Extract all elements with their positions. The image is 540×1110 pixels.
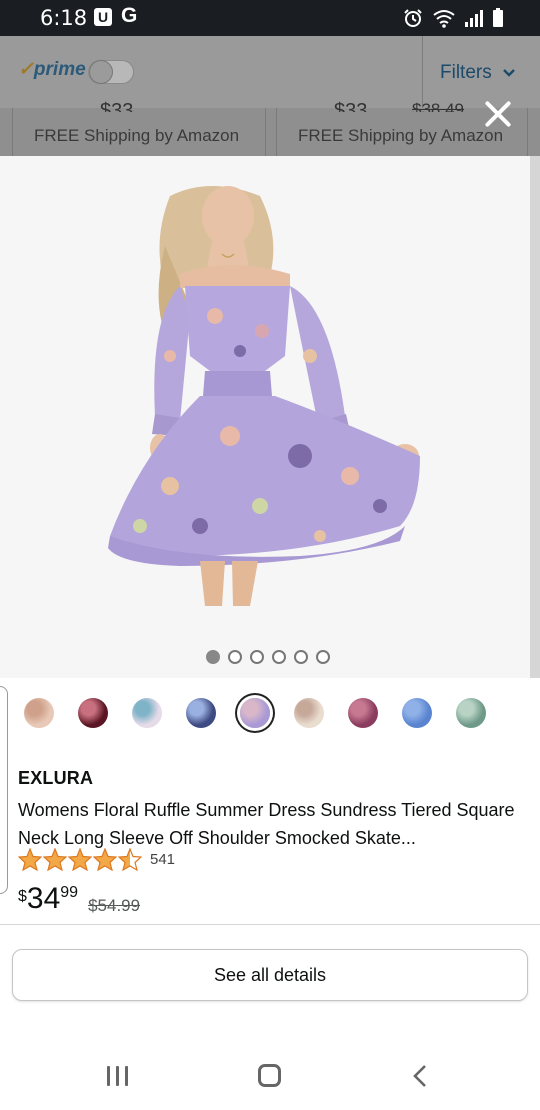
color-swatches bbox=[24, 698, 486, 728]
color-swatch-2[interactable] bbox=[78, 698, 108, 728]
prime-toggle-knob bbox=[89, 60, 113, 84]
filters-divider bbox=[422, 36, 423, 108]
gallery-dot-1[interactable] bbox=[206, 650, 220, 664]
google-notification-icon: G bbox=[121, 4, 138, 27]
list-price: $54.99 bbox=[88, 896, 141, 915]
star-icon bbox=[93, 848, 117, 871]
gallery-dot-6[interactable] bbox=[316, 650, 330, 664]
product-rating[interactable]: 541 bbox=[18, 848, 175, 871]
price-fraction: 99 bbox=[60, 884, 79, 901]
left-card-shipping: FREE Shipping by Amazon bbox=[34, 126, 240, 145]
color-swatch-8[interactable] bbox=[402, 698, 432, 728]
product-image-gallery[interactable] bbox=[0, 156, 540, 678]
prime-toggle[interactable] bbox=[88, 60, 134, 84]
home-icon[interactable] bbox=[258, 1064, 281, 1087]
gallery-dot-5[interactable] bbox=[294, 650, 308, 664]
right-card-price: $33 bbox=[334, 100, 368, 112]
star-icon bbox=[118, 848, 142, 871]
color-swatch-4[interactable] bbox=[186, 698, 216, 728]
signal-icon bbox=[465, 10, 483, 27]
gallery-scrollbar[interactable] bbox=[530, 156, 540, 678]
star-rating bbox=[18, 848, 142, 871]
product-title[interactable]: Womens Floral Ruffle Summer Dress Sundre… bbox=[18, 796, 523, 852]
gallery-dot-2[interactable] bbox=[228, 650, 242, 664]
price-whole: 34 bbox=[26, 882, 61, 915]
close-icon[interactable] bbox=[480, 96, 516, 132]
product-quick-view: EXLURA Womens Floral Ruffle Summer Dress… bbox=[0, 156, 540, 1110]
status-bar: 6:18 U G bbox=[0, 0, 540, 36]
gallery-dot-3[interactable] bbox=[250, 650, 264, 664]
prime-logo: ✓prime bbox=[18, 59, 86, 80]
product-brand[interactable]: EXLURA bbox=[18, 768, 93, 789]
product-price: $ 34 99 $54.99 bbox=[18, 882, 140, 916]
alarm-icon bbox=[404, 9, 422, 27]
color-swatch-3[interactable] bbox=[132, 698, 162, 728]
right-card-shipping: FREE Shipping by Amazon bbox=[298, 126, 504, 145]
color-swatch-9[interactable] bbox=[456, 698, 486, 728]
right-card-old-price: $38.49 bbox=[412, 100, 464, 112]
color-swatch-5[interactable] bbox=[240, 698, 270, 728]
chevron-down-icon bbox=[503, 69, 515, 77]
star-icon bbox=[18, 848, 42, 871]
notification-u-icon: U bbox=[94, 8, 112, 26]
filters-label: Filters bbox=[440, 62, 492, 83]
color-swatch-7[interactable] bbox=[348, 698, 378, 728]
status-time: 6:18 bbox=[40, 6, 88, 30]
color-swatch-1[interactable] bbox=[24, 698, 54, 728]
gallery-dot-4[interactable] bbox=[272, 650, 286, 664]
price-symbol: $ bbox=[18, 888, 27, 905]
status-icons bbox=[402, 8, 504, 28]
star-icon bbox=[43, 848, 67, 871]
recent-apps-icon[interactable] bbox=[107, 1066, 128, 1086]
see-all-details-button[interactable]: See all details bbox=[12, 949, 528, 1001]
color-swatch-6[interactable] bbox=[294, 698, 324, 728]
filters-button[interactable]: Filters bbox=[440, 62, 515, 84]
battery-icon bbox=[493, 8, 503, 27]
gallery-pagination[interactable] bbox=[206, 650, 330, 664]
back-icon[interactable] bbox=[412, 1064, 428, 1088]
left-card-price: $33 bbox=[100, 100, 134, 112]
wifi-icon bbox=[433, 10, 455, 28]
background-page: ✓prime Filters $33 $33 $38.49 FREE Shipp… bbox=[0, 36, 540, 156]
section-divider bbox=[0, 924, 540, 925]
star-icon bbox=[68, 848, 92, 871]
previous-card-edge bbox=[0, 686, 8, 894]
rating-count: 541 bbox=[150, 851, 176, 868]
product-image bbox=[108, 186, 420, 606]
